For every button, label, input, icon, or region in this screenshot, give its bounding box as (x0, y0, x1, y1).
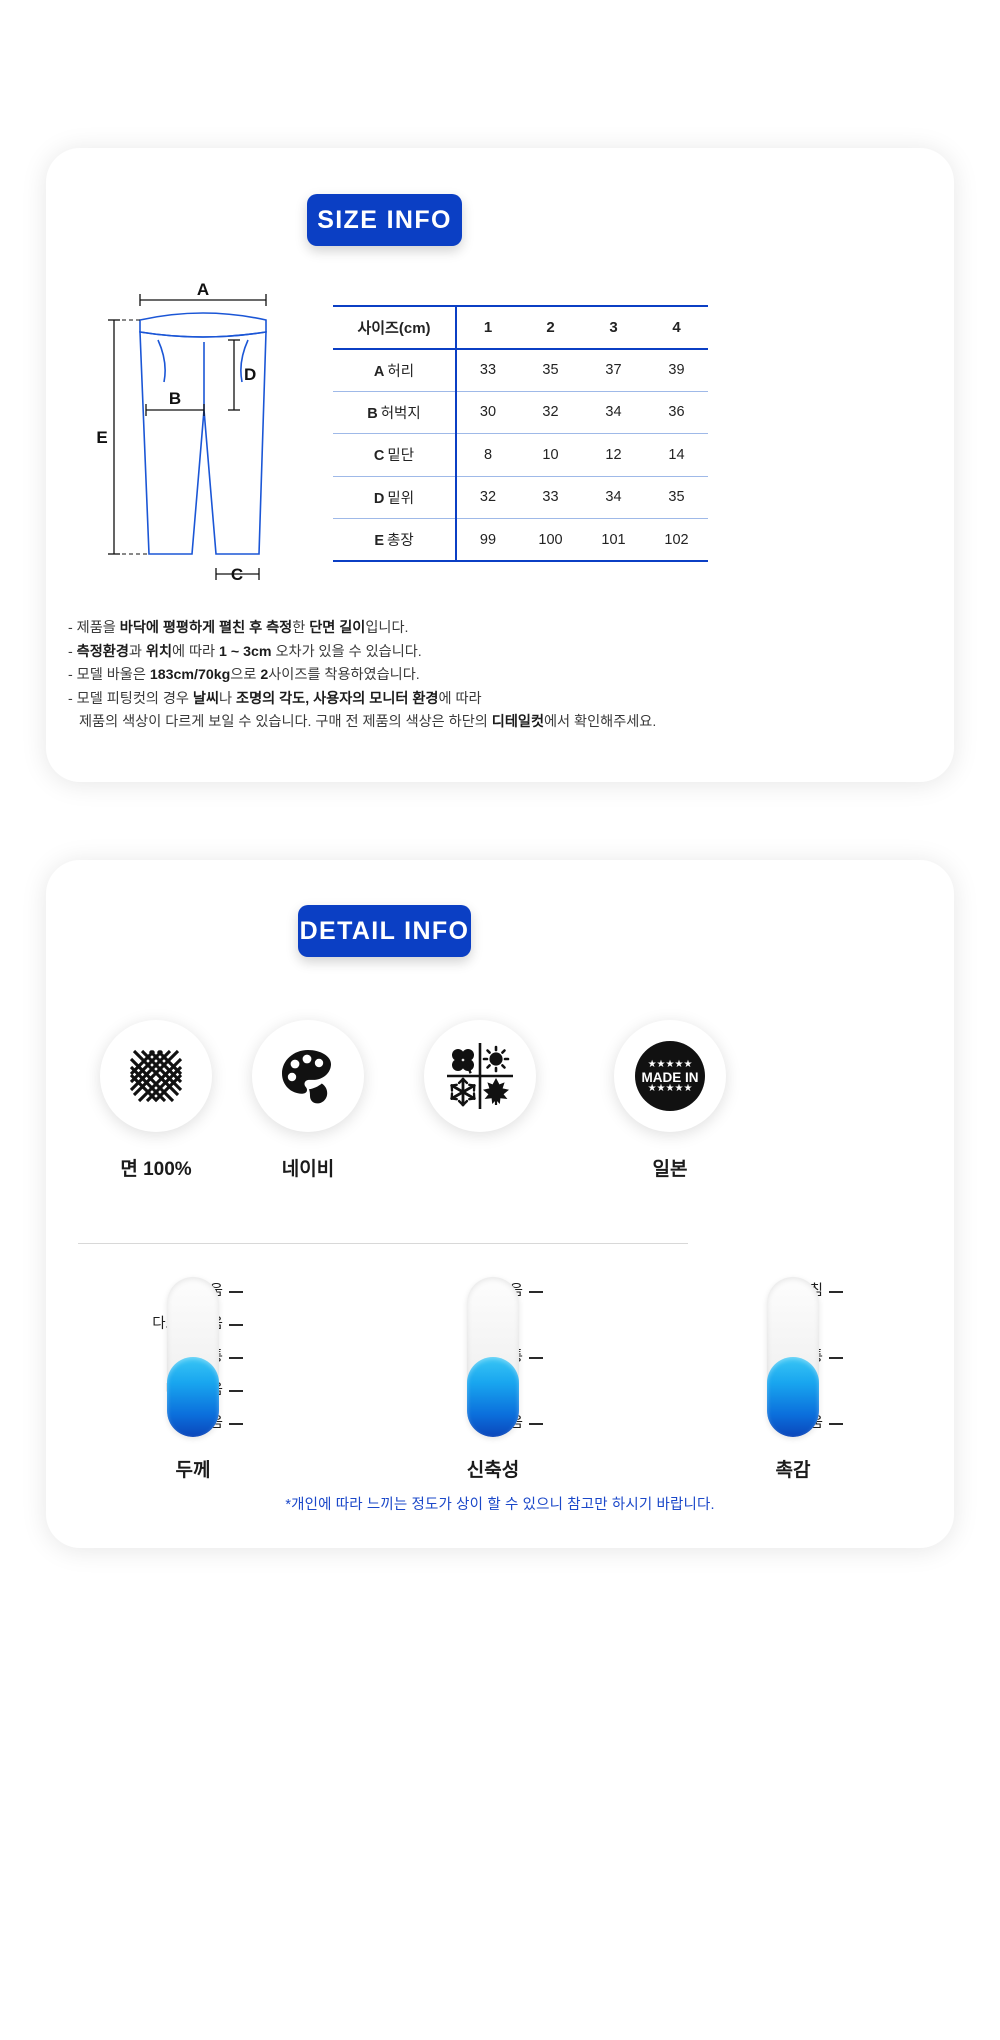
header-size-1: 1 (456, 305, 519, 350)
table-row-label-d: D 밑위 (333, 476, 457, 519)
cell-a-2: 35 (519, 348, 582, 392)
table-row: D 밑위 32 33 34 35 (333, 476, 708, 519)
table-row-label-c: C 밑단 (333, 433, 457, 477)
gauge-tube (167, 1277, 219, 1437)
gauge-fill (767, 1357, 819, 1437)
cell-a-4: 39 (645, 348, 708, 392)
table-row-label-a: A 허리 (333, 348, 457, 392)
cell-c-4: 14 (645, 433, 708, 477)
cell-b-4: 36 (645, 391, 708, 434)
gauge-row: 두꺼움다소 두꺼움보통다소 얇음얇음두께좋음보통없음신축성거침보통부드러움촉감 (55, 1277, 945, 1481)
four-seasons-bubble (424, 1020, 536, 1132)
detail-divider (78, 1243, 688, 1244)
cell-d-1: 32 (456, 476, 519, 519)
detail-icon-cell-color: 네이비 (220, 1020, 396, 1181)
four-seasons-icon (447, 1043, 513, 1109)
cell-e-2: 100 (519, 518, 582, 562)
size-info-badge: SIZE INFO (307, 194, 462, 246)
dim-label-a: A (197, 282, 209, 299)
dim-label-b: B (169, 389, 181, 408)
cell-b-3: 34 (582, 391, 645, 434)
detail-icon-row: 면 100% 네이비 ★★★★★ ★★★★★ MADE IN 일본 (62, 1020, 942, 1215)
detail-icon-cell-season (392, 1020, 568, 1154)
cell-a-1: 33 (456, 348, 519, 392)
header-size-3: 3 (582, 305, 645, 350)
detail-icon-label-origin: 일본 (652, 1159, 688, 1180)
cell-c-1: 8 (456, 433, 519, 477)
table-header-row: 사이즈(cm) 1 2 3 4 (333, 305, 708, 350)
thickness-gauge: 두꺼움다소 두꺼움보통다소 얇음얇음두께 (55, 1277, 345, 1481)
cell-a-3: 37 (582, 348, 645, 392)
texture-gauge: 거침보통부드러움촉감 (655, 1277, 945, 1481)
detail-info-badge: DETAIL INFO (298, 905, 471, 957)
gauge-fill (167, 1357, 219, 1437)
dim-label-e: E (96, 428, 107, 447)
table-row-label-b: B 허벅지 (333, 391, 457, 434)
table-row: E 총장 99 100 101 102 (333, 518, 708, 562)
detail-icon-cell-origin: ★★★★★ ★★★★★ MADE IN 일본 (582, 1020, 758, 1181)
made-in-badge-icon: ★★★★★ ★★★★★ MADE IN (635, 1041, 705, 1111)
note-line-2: - 측정환경과 위치에 따라 1 ~ 3cm 오차가 있을 수 있습니다. (68, 643, 422, 660)
header-size-4: 4 (645, 305, 708, 350)
gauge-tube (467, 1277, 519, 1437)
cell-b-1: 30 (456, 391, 519, 434)
dim-label-d: D (244, 365, 256, 384)
dim-label-c: C (231, 565, 243, 584)
table-row: B 허벅지 30 32 34 36 (333, 391, 708, 434)
cell-e-4: 102 (645, 518, 708, 562)
size-notes: - 제품을 바닥에 평평하게 펼친 후 측정한 단면 길이입니다. - 측정환경과… (68, 617, 898, 735)
color-palette-icon (282, 1050, 331, 1104)
detail-icon-label-color: 네이비 (281, 1159, 335, 1180)
detail-bottom-note: *개인에 따라 느끼는 정도가 상이 할 수 있으니 참고만 하시기 바랍니다. (285, 1497, 715, 1513)
gauge-tube (767, 1277, 819, 1437)
gauge-title: 신축성 (466, 1460, 520, 1481)
detail-icon-label-fabric: 면 100% (120, 1159, 192, 1180)
svg-text:★★★★★: ★★★★★ (648, 1059, 693, 1070)
made-in-label: MADE IN (642, 1070, 699, 1085)
fabric-weave-bubble (100, 1020, 212, 1132)
detail-icon-cell-fabric: 면 100% (68, 1020, 244, 1181)
cell-b-2: 32 (519, 391, 582, 434)
gauge-fill (467, 1357, 519, 1437)
color-palette-bubble (252, 1020, 364, 1132)
header-size-2: 2 (519, 305, 582, 350)
table-row: C 밑단 8 10 12 14 (333, 433, 708, 477)
header-size-label: 사이즈(cm) (333, 305, 457, 350)
note-line-1: - 제품을 바닥에 평평하게 펼친 후 측정한 단면 길이입니다. (68, 620, 409, 636)
note-line-4: - 모델 피팅컷의 경우 날씨나 조명의 각도, 사용자의 모니터 환경에 따라 (68, 690, 482, 707)
table-row-label-e: E 총장 (333, 518, 457, 562)
cell-c-3: 12 (582, 433, 645, 477)
gauge-title: 두께 (175, 1460, 211, 1481)
cell-d-3: 34 (582, 476, 645, 519)
cell-d-2: 33 (519, 476, 582, 519)
cell-d-4: 35 (645, 476, 708, 519)
table-row: A 허리 33 35 37 39 (333, 348, 708, 392)
note-line-3: - 모델 바울은 183cm/70kg으로 2사이즈를 착용하였습니다. (68, 667, 420, 683)
note-line-5: 제품의 색상이 다르게 보일 수 있습니다. 구매 전 제품의 색상은 하단의 … (79, 714, 657, 730)
cell-e-3: 101 (582, 518, 645, 562)
fabric-weave-icon (129, 1049, 183, 1103)
gauge-title: 촉감 (775, 1460, 811, 1481)
size-table: 사이즈(cm) 1 2 3 4 A 허리 33 35 37 39 B 허벅지 30 32 34 36 C… (333, 305, 708, 562)
elasticity-gauge: 좋음보통없음신축성 (355, 1277, 645, 1481)
pants-measurement-diagram: A D B E C (96, 282, 267, 584)
made-in-badge-bubble: ★★★★★ ★★★★★ MADE IN (614, 1020, 726, 1132)
cell-e-1: 99 (456, 518, 519, 562)
cell-c-2: 10 (519, 433, 582, 477)
